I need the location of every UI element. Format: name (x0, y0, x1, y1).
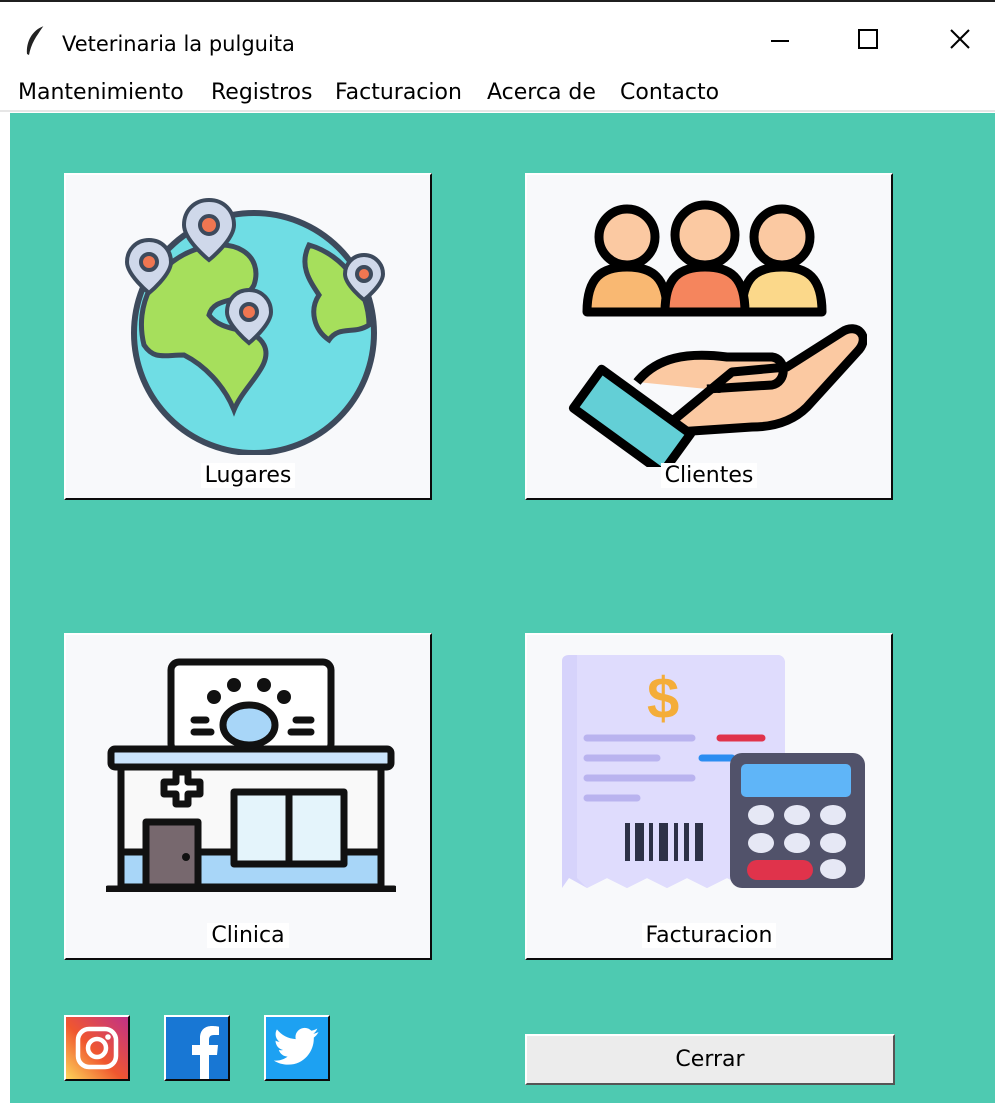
window-title: Veterinaria la pulguita (62, 32, 295, 56)
clientes-button[interactable]: Clientes (525, 173, 893, 500)
twitter-icon (266, 1017, 328, 1079)
invoice-calculator-icon: $ (562, 655, 865, 888)
menu-divider (0, 110, 995, 112)
close-icon (950, 29, 970, 49)
facturacion-button[interactable]: $ Facturacion (525, 633, 893, 960)
clientes-label: Clientes (660, 463, 758, 488)
people-hand-icon (568, 200, 867, 467)
feather-icon (26, 25, 45, 55)
menu-contacto[interactable]: Contacto (620, 80, 719, 105)
svg-text:$: $ (647, 666, 679, 731)
twitter-button[interactable] (264, 1015, 330, 1081)
menu-acerca-de[interactable]: Acerca de (487, 80, 596, 105)
globe-map-pins-icon (124, 197, 386, 455)
facebook-icon (166, 1017, 228, 1079)
maximize-button[interactable] (838, 16, 898, 62)
minimize-icon (771, 40, 789, 42)
facturacion-label: Facturacion (641, 923, 777, 948)
title-bar: Veterinaria la pulguita (0, 0, 995, 72)
menu-facturacion[interactable]: Facturacion (335, 80, 462, 105)
cerrar-button[interactable]: Cerrar (525, 1034, 895, 1085)
close-window-button[interactable] (930, 16, 990, 62)
instagram-button[interactable] (64, 1015, 130, 1081)
menu-mantenimiento[interactable]: Mantenimiento (18, 80, 184, 105)
instagram-icon (66, 1017, 128, 1079)
menu-bar: Mantenimiento Registros Facturacion Acer… (0, 72, 995, 112)
facebook-button[interactable] (164, 1015, 230, 1081)
vet-clinic-building-icon (106, 658, 396, 892)
clinica-button[interactable]: Clinica (64, 633, 432, 960)
lugares-button[interactable]: Lugares (64, 173, 432, 500)
minimize-button[interactable] (750, 16, 810, 62)
menu-registros[interactable]: Registros (211, 80, 312, 105)
lugares-label: Lugares (200, 463, 296, 488)
clinica-label: Clinica (207, 923, 289, 948)
maximize-icon (858, 29, 878, 49)
